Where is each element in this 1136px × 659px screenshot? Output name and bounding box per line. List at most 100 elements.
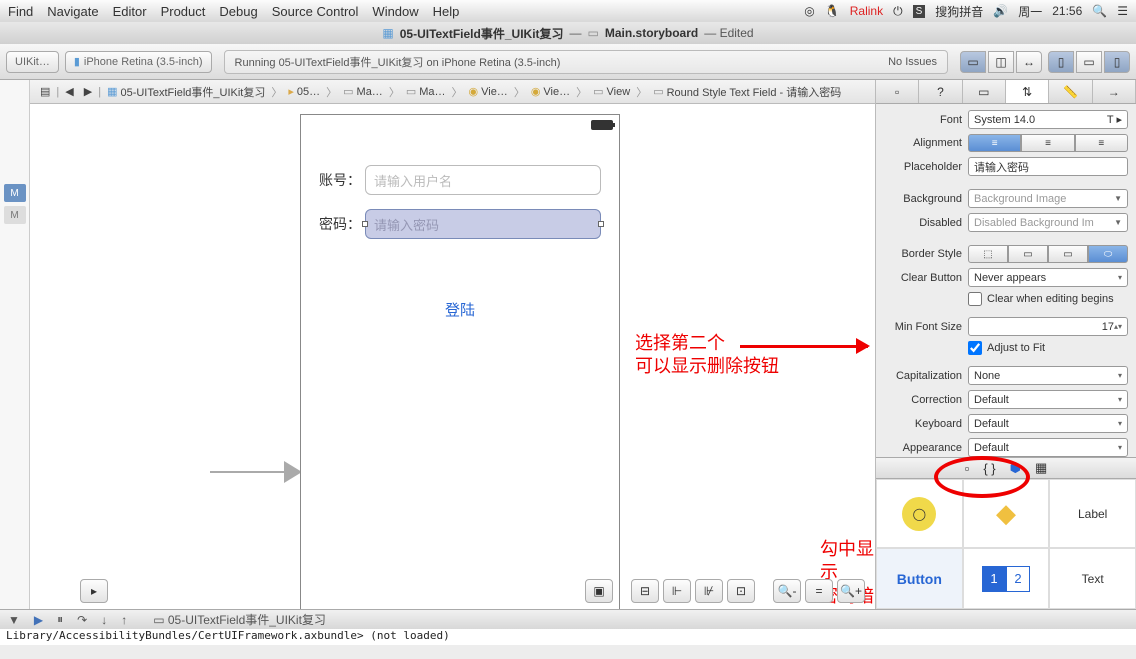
zoom-out-button[interactable]: 🔍- <box>773 579 801 603</box>
clock-time: 21:56 <box>1052 4 1082 18</box>
nav-back-icon[interactable]: ◀ <box>61 85 77 98</box>
align-button[interactable]: ⊟ <box>631 579 659 603</box>
bottom-panel-toggle[interactable]: ▭ <box>1076 51 1102 73</box>
hide-debug-icon[interactable]: ▼ <box>8 613 20 627</box>
jump-bar[interactable]: ▤ | ◀ ▶ | ▦ 05-UITextField事件_UIKit复习〉 ▸ … <box>30 80 875 104</box>
marker-m1[interactable]: M <box>4 184 26 202</box>
scheme-device[interactable]: ▮iPhone Retina (3.5-inch) <box>65 51 212 73</box>
standard-editor-button[interactable]: ▭ <box>960 51 986 73</box>
power-icon[interactable]: ⏻ <box>893 4 903 19</box>
ime-icon[interactable]: S <box>913 5 926 18</box>
crumb-scene2[interactable]: ◉ Vie… <box>527 85 574 98</box>
nav-forward-icon[interactable]: ▶ <box>80 85 96 98</box>
border-bezel-button[interactable]: ▭ <box>1048 245 1088 263</box>
crumb-file2[interactable]: ▭ Ma… <box>402 85 450 98</box>
pin-button[interactable]: ⊩ <box>663 579 691 603</box>
zoom-in-button[interactable]: 🔍+ <box>837 579 865 603</box>
align-center-button[interactable]: ≡ <box>1021 134 1074 152</box>
password-textfield[interactable]: 请输入密码 <box>365 209 601 239</box>
crumb-scene1[interactable]: ◉ Vie… <box>465 85 512 98</box>
marker-m2[interactable]: M <box>4 206 26 224</box>
menu-navigate[interactable]: Navigate <box>47 4 98 19</box>
resolve-button[interactable]: ⊮ <box>695 579 723 603</box>
menu-product[interactable]: Product <box>161 4 206 19</box>
right-panel-toggle[interactable]: ▯ <box>1104 51 1130 73</box>
crumb-folder[interactable]: ▸ 05… <box>284 85 324 98</box>
font-field[interactable]: System 14.0T ▸ <box>968 110 1128 129</box>
resize-handle-right[interactable] <box>598 221 604 227</box>
menu-help[interactable]: Help <box>433 4 460 19</box>
file-inspector-tab[interactable]: ▫ <box>876 80 919 103</box>
library-item-label[interactable]: Label <box>1049 479 1136 548</box>
capitalization-label: Capitalization <box>884 370 962 382</box>
font-label: Font <box>884 114 962 126</box>
step-over-button[interactable]: ↷ <box>77 613 87 627</box>
pause-button[interactable]: ⏸ <box>57 612 63 627</box>
clear-editing-checkbox[interactable] <box>968 292 982 306</box>
resize-handle-left[interactable] <box>362 221 368 227</box>
connections-inspector-tab[interactable]: → <box>1093 80 1136 103</box>
penguin-icon[interactable]: 🐧 <box>825 4 840 18</box>
scheme-target[interactable]: UIKit… <box>6 51 59 73</box>
zoom-actual-button[interactable]: = <box>805 579 833 603</box>
any-any-button[interactable]: ▣ <box>585 579 613 603</box>
interface-builder-canvas[interactable]: 账号： 请输入用户名 密码： 请输入密码 登陆 <box>30 104 875 609</box>
menu-find[interactable]: Find <box>8 4 33 19</box>
library-item-segmented[interactable]: 12 <box>963 548 1050 609</box>
align-right-button[interactable]: ≡ <box>1075 134 1128 152</box>
menu-icon[interactable]: ☰ <box>1117 4 1128 18</box>
media-library-tab[interactable]: ▦ <box>1035 460 1047 476</box>
storyboard-icon: ▭ <box>588 26 599 40</box>
stepper-icon[interactable]: ▴▾ <box>1114 322 1122 331</box>
outline-toggle-icon[interactable]: ▤ <box>36 85 54 98</box>
volume-icon[interactable]: 🔊 <box>993 4 1008 18</box>
crumb-file1[interactable]: ▭ Ma… <box>339 85 387 98</box>
library-item-button[interactable]: Button <box>876 548 963 609</box>
continue-button[interactable]: ▶ <box>34 613 43 627</box>
align-left-button[interactable]: ≡ <box>968 134 1021 152</box>
background-label: Background <box>884 193 962 205</box>
expand-dock-button[interactable]: ▸ <box>80 579 108 603</box>
resize-button[interactable]: ⊡ <box>727 579 755 603</box>
border-line-button[interactable]: ▭ <box>1008 245 1048 263</box>
appearance-field[interactable]: Default▾ <box>968 438 1128 457</box>
menu-window[interactable]: Window <box>372 4 418 19</box>
assistant-editor-button[interactable]: ◫ <box>988 51 1014 73</box>
keyboard-field[interactable]: Default▾ <box>968 414 1128 433</box>
font-picker-icon[interactable]: T ▸ <box>1107 113 1122 126</box>
help-inspector-tab[interactable]: ? <box>919 80 962 103</box>
keyboard-label: Keyboard <box>884 418 962 430</box>
border-none-button[interactable]: ⬚ <box>968 245 1008 263</box>
menu-debug[interactable]: Debug <box>219 4 257 19</box>
login-button[interactable]: 登陆 <box>319 299 601 320</box>
username-textfield[interactable]: 请输入用户名 <box>365 165 601 195</box>
attributes-inspector-tab[interactable]: ⇅ <box>1006 80 1049 103</box>
border-rounded-button[interactable]: ⬭ <box>1088 245 1128 263</box>
alignment-segmented[interactable]: ≡≡≡ <box>968 134 1128 152</box>
eye-icon[interactable]: ◎ <box>804 4 814 18</box>
size-inspector-tab[interactable]: 📏 <box>1049 80 1092 103</box>
menu-editor[interactable]: Editor <box>113 4 147 19</box>
left-panel-toggle[interactable]: ▯ <box>1048 51 1074 73</box>
placeholder-field[interactable]: 请输入密码 <box>968 157 1128 176</box>
menu-source-control[interactable]: Source Control <box>272 4 359 19</box>
adjust-fit-checkbox[interactable] <box>968 341 982 355</box>
appearance-label: Appearance <box>884 442 962 454</box>
library-item-text[interactable]: Text <box>1049 548 1136 609</box>
crumb-project[interactable]: ▦ 05-UITextField事件_UIKit复习 <box>103 84 269 100</box>
correction-field[interactable]: Default▾ <box>968 390 1128 409</box>
identity-inspector-tab[interactable]: ▭ <box>963 80 1006 103</box>
step-out-button[interactable]: ↑ <box>121 613 127 627</box>
ralink-icon[interactable]: Ralink <box>850 4 883 18</box>
spotlight-icon[interactable]: 🔍 <box>1092 4 1107 18</box>
border-style-segmented[interactable]: ⬚▭▭⬭ <box>968 245 1128 263</box>
clear-button-field[interactable]: Never appears▾ <box>968 268 1128 287</box>
capitalization-field[interactable]: None▾ <box>968 366 1128 385</box>
crumb-element[interactable]: ▭ Round Style Text Field - 请输入密码 <box>649 84 845 100</box>
disabled-field[interactable]: Disabled Background Im▼ <box>968 213 1128 232</box>
background-field[interactable]: Background Image▼ <box>968 189 1128 208</box>
crumb-view[interactable]: ▭ View <box>589 85 634 98</box>
min-font-field[interactable]: 17▴▾ <box>968 317 1128 336</box>
version-editor-button[interactable]: ↔ <box>1016 51 1042 73</box>
step-into-button[interactable]: ↓ <box>101 613 107 627</box>
